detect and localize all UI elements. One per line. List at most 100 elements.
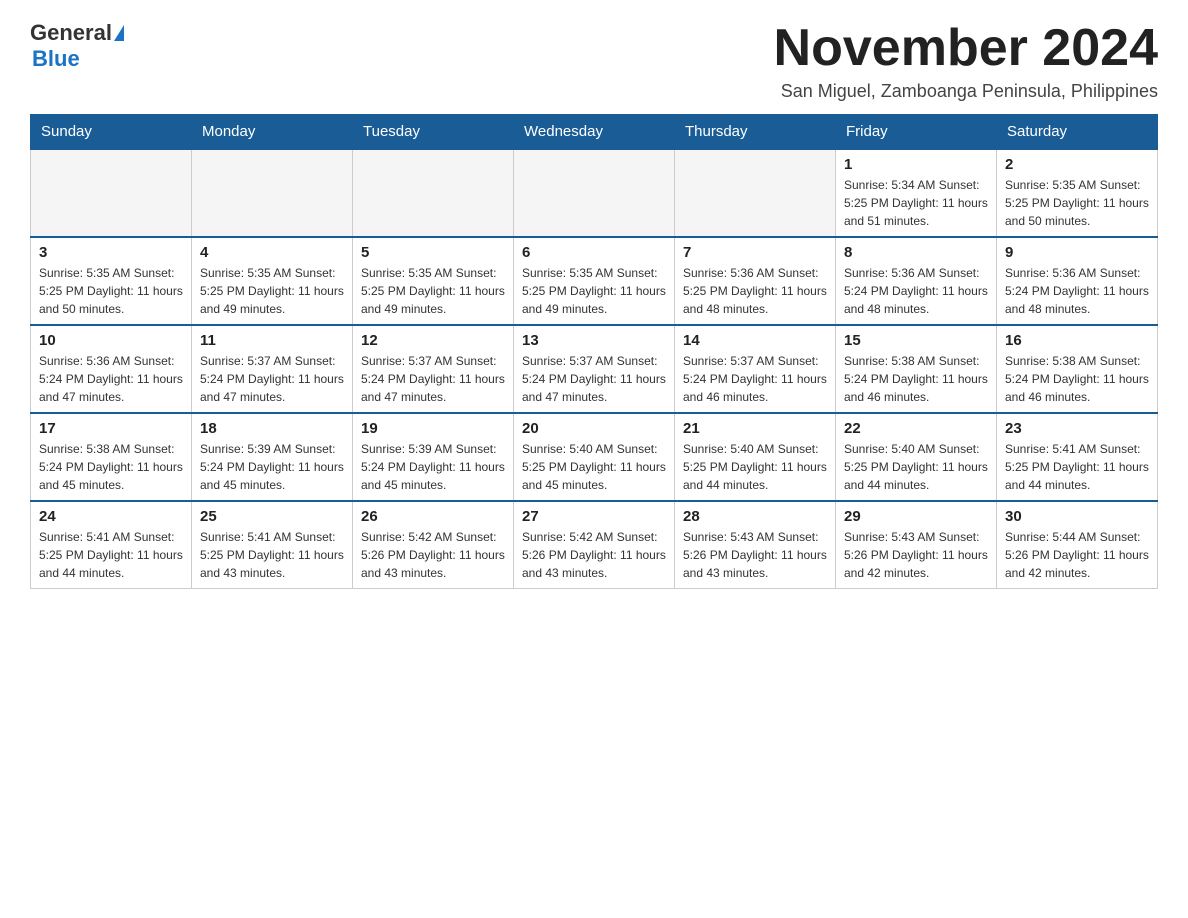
day-info: Sunrise: 5:40 AM Sunset: 5:25 PM Dayligh… (844, 440, 988, 494)
calendar-header-friday: Friday (836, 115, 997, 150)
calendar-cell: 2 Sunrise: 5:35 AM Sunset: 5:25 PM Daylig… (997, 149, 1158, 237)
day-number: 10 (39, 332, 183, 349)
calendar-cell: 18 Sunrise: 5:39 AM Sunset: 5:24 PM Dayli… (192, 413, 353, 501)
month-title: November 2024 (774, 20, 1158, 77)
calendar-header-sunday: Sunday (31, 115, 192, 150)
day-info: Sunrise: 5:40 AM Sunset: 5:25 PM Dayligh… (683, 440, 827, 494)
day-info: Sunrise: 5:41 AM Sunset: 5:25 PM Dayligh… (200, 528, 344, 582)
day-info: Sunrise: 5:38 AM Sunset: 5:24 PM Dayligh… (39, 440, 183, 494)
calendar-cell: 25 Sunrise: 5:41 AM Sunset: 5:25 PM Dayli… (192, 501, 353, 589)
logo-general-text: General (30, 20, 112, 46)
calendar-cell (31, 149, 192, 237)
day-number: 5 (361, 244, 505, 261)
calendar-cell (192, 149, 353, 237)
day-number: 16 (1005, 332, 1149, 349)
day-number: 6 (522, 244, 666, 261)
calendar-cell: 12 Sunrise: 5:37 AM Sunset: 5:24 PM Dayli… (353, 325, 514, 413)
calendar-cell: 13 Sunrise: 5:37 AM Sunset: 5:24 PM Dayli… (514, 325, 675, 413)
calendar-table: SundayMondayTuesdayWednesdayThursdayFrid… (30, 114, 1158, 589)
calendar-header-thursday: Thursday (675, 115, 836, 150)
day-number: 14 (683, 332, 827, 349)
calendar-cell: 16Sunrise: 5:38 AM Sunset: 5:24 PM Dayli… (997, 325, 1158, 413)
calendar-cell: 11 Sunrise: 5:37 AM Sunset: 5:24 PM Dayli… (192, 325, 353, 413)
day-info: Sunrise: 5:34 AM Sunset: 5:25 PM Dayligh… (844, 176, 988, 230)
calendar-cell (353, 149, 514, 237)
day-number: 26 (361, 508, 505, 525)
day-info: Sunrise: 5:40 AM Sunset: 5:25 PM Dayligh… (522, 440, 666, 494)
day-number: 29 (844, 508, 988, 525)
day-info: Sunrise: 5:43 AM Sunset: 5:26 PM Dayligh… (683, 528, 827, 582)
day-number: 4 (200, 244, 344, 261)
day-info: Sunrise: 5:35 AM Sunset: 5:25 PM Dayligh… (1005, 176, 1149, 230)
day-number: 28 (683, 508, 827, 525)
logo-blue-text: Blue (32, 46, 80, 71)
day-info: Sunrise: 5:37 AM Sunset: 5:24 PM Dayligh… (683, 352, 827, 406)
day-number: 22 (844, 420, 988, 437)
day-number: 7 (683, 244, 827, 261)
calendar-cell: 19 Sunrise: 5:39 AM Sunset: 5:24 PM Dayli… (353, 413, 514, 501)
calendar-cell: 3 Sunrise: 5:35 AM Sunset: 5:25 PM Daylig… (31, 237, 192, 325)
day-info: Sunrise: 5:35 AM Sunset: 5:25 PM Dayligh… (39, 264, 183, 318)
calendar-header-tuesday: Tuesday (353, 115, 514, 150)
calendar-week-row: 17 Sunrise: 5:38 AM Sunset: 5:24 PM Dayli… (31, 413, 1158, 501)
day-info: Sunrise: 5:36 AM Sunset: 5:25 PM Dayligh… (683, 264, 827, 318)
day-info: Sunrise: 5:35 AM Sunset: 5:25 PM Dayligh… (522, 264, 666, 318)
calendar-cell: 4 Sunrise: 5:35 AM Sunset: 5:25 PM Daylig… (192, 237, 353, 325)
day-info: Sunrise: 5:43 AM Sunset: 5:26 PM Dayligh… (844, 528, 988, 582)
calendar-cell: 14 Sunrise: 5:37 AM Sunset: 5:24 PM Dayli… (675, 325, 836, 413)
day-info: Sunrise: 5:37 AM Sunset: 5:24 PM Dayligh… (361, 352, 505, 406)
day-number: 2 (1005, 156, 1149, 173)
day-info: Sunrise: 5:37 AM Sunset: 5:24 PM Dayligh… (522, 352, 666, 406)
logo-triangle-icon (114, 25, 124, 41)
day-number: 11 (200, 332, 344, 349)
day-number: 27 (522, 508, 666, 525)
calendar-cell: 30Sunrise: 5:44 AM Sunset: 5:26 PM Dayli… (997, 501, 1158, 589)
calendar-cell: 23 Sunrise: 5:41 AM Sunset: 5:25 PM Dayli… (997, 413, 1158, 501)
page-header: General Blue November 2024 San Miguel, Z… (30, 20, 1158, 102)
day-info: Sunrise: 5:36 AM Sunset: 5:24 PM Dayligh… (39, 352, 183, 406)
calendar-cell: 26 Sunrise: 5:42 AM Sunset: 5:26 PM Dayli… (353, 501, 514, 589)
day-info: Sunrise: 5:36 AM Sunset: 5:24 PM Dayligh… (844, 264, 988, 318)
day-number: 19 (361, 420, 505, 437)
day-info: Sunrise: 5:38 AM Sunset: 5:24 PM Dayligh… (844, 352, 988, 406)
day-info: Sunrise: 5:35 AM Sunset: 5:25 PM Dayligh… (200, 264, 344, 318)
location-subtitle: San Miguel, Zamboanga Peninsula, Philipp… (774, 81, 1158, 102)
day-number: 25 (200, 508, 344, 525)
calendar-cell: 1 Sunrise: 5:34 AM Sunset: 5:25 PM Daylig… (836, 149, 997, 237)
calendar-week-row: 24Sunrise: 5:41 AM Sunset: 5:25 PM Dayli… (31, 501, 1158, 589)
day-info: Sunrise: 5:39 AM Sunset: 5:24 PM Dayligh… (200, 440, 344, 494)
calendar-cell: 8 Sunrise: 5:36 AM Sunset: 5:24 PM Daylig… (836, 237, 997, 325)
day-info: Sunrise: 5:37 AM Sunset: 5:24 PM Dayligh… (200, 352, 344, 406)
calendar-cell: 5 Sunrise: 5:35 AM Sunset: 5:25 PM Daylig… (353, 237, 514, 325)
day-number: 30 (1005, 508, 1149, 525)
day-number: 9 (1005, 244, 1149, 261)
calendar-cell: 28 Sunrise: 5:43 AM Sunset: 5:26 PM Dayli… (675, 501, 836, 589)
day-info: Sunrise: 5:42 AM Sunset: 5:26 PM Dayligh… (522, 528, 666, 582)
calendar-cell: 9Sunrise: 5:36 AM Sunset: 5:24 PM Daylig… (997, 237, 1158, 325)
day-number: 18 (200, 420, 344, 437)
day-info: Sunrise: 5:41 AM Sunset: 5:25 PM Dayligh… (1005, 440, 1149, 494)
calendar-cell (675, 149, 836, 237)
calendar-cell: 6 Sunrise: 5:35 AM Sunset: 5:25 PM Daylig… (514, 237, 675, 325)
day-number: 12 (361, 332, 505, 349)
calendar-cell: 21Sunrise: 5:40 AM Sunset: 5:25 PM Dayli… (675, 413, 836, 501)
calendar-cell: 27 Sunrise: 5:42 AM Sunset: 5:26 PM Dayli… (514, 501, 675, 589)
day-info: Sunrise: 5:35 AM Sunset: 5:25 PM Dayligh… (361, 264, 505, 318)
calendar-cell: 7 Sunrise: 5:36 AM Sunset: 5:25 PM Daylig… (675, 237, 836, 325)
calendar-cell: 22 Sunrise: 5:40 AM Sunset: 5:25 PM Dayli… (836, 413, 997, 501)
day-info: Sunrise: 5:39 AM Sunset: 5:24 PM Dayligh… (361, 440, 505, 494)
day-number: 1 (844, 156, 988, 173)
day-number: 8 (844, 244, 988, 261)
calendar-cell: 15Sunrise: 5:38 AM Sunset: 5:24 PM Dayli… (836, 325, 997, 413)
day-number: 3 (39, 244, 183, 261)
day-number: 17 (39, 420, 183, 437)
day-number: 23 (1005, 420, 1149, 437)
day-info: Sunrise: 5:42 AM Sunset: 5:26 PM Dayligh… (361, 528, 505, 582)
calendar-header-saturday: Saturday (997, 115, 1158, 150)
calendar-week-row: 3 Sunrise: 5:35 AM Sunset: 5:25 PM Daylig… (31, 237, 1158, 325)
day-number: 13 (522, 332, 666, 349)
calendar-cell (514, 149, 675, 237)
day-number: 20 (522, 420, 666, 437)
calendar-cell: 17 Sunrise: 5:38 AM Sunset: 5:24 PM Dayli… (31, 413, 192, 501)
calendar-header-row: SundayMondayTuesdayWednesdayThursdayFrid… (31, 115, 1158, 150)
